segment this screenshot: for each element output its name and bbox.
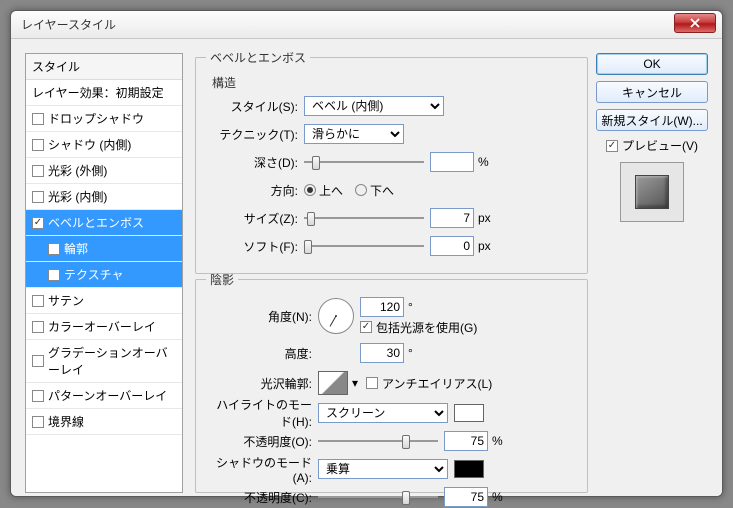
shadow-opacity-slider[interactable] xyxy=(318,489,438,505)
button-column: OK キャンセル 新規スタイル(W)... プレビュー(V) xyxy=(596,53,708,222)
soften-label: ソフト(F): xyxy=(206,238,298,255)
checkbox-icon[interactable] xyxy=(32,113,44,125)
depth-slider[interactable] xyxy=(304,154,424,170)
chevron-down-icon[interactable]: ▾ xyxy=(352,376,358,390)
close-button[interactable] xyxy=(674,13,716,33)
style-drop-shadow[interactable]: ドロップシャドウ xyxy=(26,106,182,132)
checkbox-icon[interactable] xyxy=(32,191,44,203)
soften-slider[interactable] xyxy=(304,238,424,254)
gloss-contour-picker[interactable] xyxy=(318,371,348,395)
preview-label: プレビュー(V) xyxy=(622,137,698,154)
angle-dial[interactable] xyxy=(318,298,354,334)
antialias-checkbox[interactable] xyxy=(366,377,378,389)
size-label: サイズ(Z): xyxy=(206,210,298,227)
depth-label: 深さ(D): xyxy=(206,154,298,171)
style-inner-shadow[interactable]: シャドウ (内側) xyxy=(26,132,182,158)
highlight-opacity-label: 不透明度(O): xyxy=(206,433,312,450)
checkbox-icon[interactable] xyxy=(48,243,60,255)
preview-checkbox[interactable] xyxy=(606,140,618,152)
size-slider[interactable] xyxy=(304,210,424,226)
angle-label: 角度(N): xyxy=(206,308,312,325)
preview-swatch xyxy=(620,162,684,222)
highlight-mode-select[interactable]: スクリーン xyxy=(318,403,448,423)
dialog-window: レイヤースタイル スタイル レイヤー効果：初期設定 ドロップシャドウ シャドウ … xyxy=(10,10,723,497)
style-outer-glow[interactable]: 光彩 (外側) xyxy=(26,158,182,184)
styles-list: スタイル レイヤー効果：初期設定 ドロップシャドウ シャドウ (内側) 光彩 (… xyxy=(25,53,183,493)
shadow-mode-select[interactable]: 乗算 xyxy=(318,459,448,479)
close-icon xyxy=(690,18,700,28)
checkbox-icon[interactable] xyxy=(32,295,44,307)
style-contour[interactable]: 輪郭 xyxy=(26,236,182,262)
dialog-body: スタイル レイヤー効果：初期設定 ドロップシャドウ シャドウ (内側) 光彩 (… xyxy=(11,39,722,496)
cancel-button[interactable]: キャンセル xyxy=(596,81,708,103)
altitude-label: 高度: xyxy=(206,345,312,362)
bevel-legend: ベベルとエンボス xyxy=(206,49,310,66)
depth-input[interactable] xyxy=(430,152,474,172)
shadow-color-swatch[interactable] xyxy=(454,460,484,478)
style-select[interactable]: ベベル (内側) xyxy=(304,96,444,116)
style-satin[interactable]: サテン xyxy=(26,288,182,314)
new-style-button[interactable]: 新規スタイル(W)... xyxy=(596,109,708,131)
style-pattern-overlay[interactable]: パターンオーバーレイ xyxy=(26,383,182,409)
direction-down-radio[interactable] xyxy=(355,184,367,196)
highlight-mode-label: ハイライトのモード(H): xyxy=(206,396,312,430)
checkbox-icon[interactable] xyxy=(32,217,44,229)
style-texture[interactable]: テクスチャ xyxy=(26,262,182,288)
size-input[interactable] xyxy=(430,208,474,228)
window-title: レイヤースタイル xyxy=(21,16,116,33)
shadow-mode-label: シャドウのモード(A): xyxy=(206,454,312,485)
checkbox-icon[interactable] xyxy=(48,269,60,281)
altitude-input[interactable] xyxy=(360,343,404,363)
gloss-label: 光沢輪郭: xyxy=(206,375,312,392)
shade-legend: 陰影 xyxy=(206,271,238,288)
checkbox-icon[interactable] xyxy=(32,321,44,333)
structure-label: 構造 xyxy=(206,74,577,91)
direction-up-radio[interactable] xyxy=(304,184,316,196)
highlight-opacity-slider[interactable] xyxy=(318,433,438,449)
global-light-checkbox[interactable] xyxy=(360,321,372,333)
style-color-overlay[interactable]: カラーオーバーレイ xyxy=(26,314,182,340)
highlight-color-swatch[interactable] xyxy=(454,404,484,422)
preview-thumbnail xyxy=(635,175,669,209)
checkbox-icon[interactable] xyxy=(32,390,44,402)
checkbox-icon[interactable] xyxy=(32,355,44,367)
highlight-opacity-input[interactable] xyxy=(444,431,488,451)
technique-select[interactable]: 滑らかに xyxy=(304,124,404,144)
soften-input[interactable] xyxy=(430,236,474,256)
shade-group: 陰影 角度(N): ° 包括光源を使用(G) 高度: xyxy=(195,271,588,493)
style-gradient-overlay[interactable]: グラデーションオーバーレイ xyxy=(26,340,182,383)
styles-header[interactable]: スタイル xyxy=(26,54,182,80)
technique-label: テクニック(T): xyxy=(206,126,298,143)
style-bevel-emboss[interactable]: ベベルとエンボス xyxy=(26,210,182,236)
style-stroke[interactable]: 境界線 xyxy=(26,409,182,435)
direction-label: 方向: xyxy=(206,182,298,199)
checkbox-icon[interactable] xyxy=(32,416,44,428)
style-label: スタイル(S): xyxy=(206,98,298,115)
titlebar: レイヤースタイル xyxy=(11,11,722,39)
shadow-opacity-input[interactable] xyxy=(444,487,488,507)
style-default[interactable]: レイヤー効果：初期設定 xyxy=(26,80,182,106)
checkbox-icon[interactable] xyxy=(32,139,44,151)
style-inner-glow[interactable]: 光彩 (内側) xyxy=(26,184,182,210)
checkbox-icon[interactable] xyxy=(32,165,44,177)
ok-button[interactable]: OK xyxy=(596,53,708,75)
angle-input[interactable] xyxy=(360,297,404,317)
bevel-group: ベベルとエンボス 構造 スタイル(S): ベベル (内側) テクニック(T): … xyxy=(195,49,588,274)
shadow-opacity-label: 不透明度(C): xyxy=(206,489,312,506)
